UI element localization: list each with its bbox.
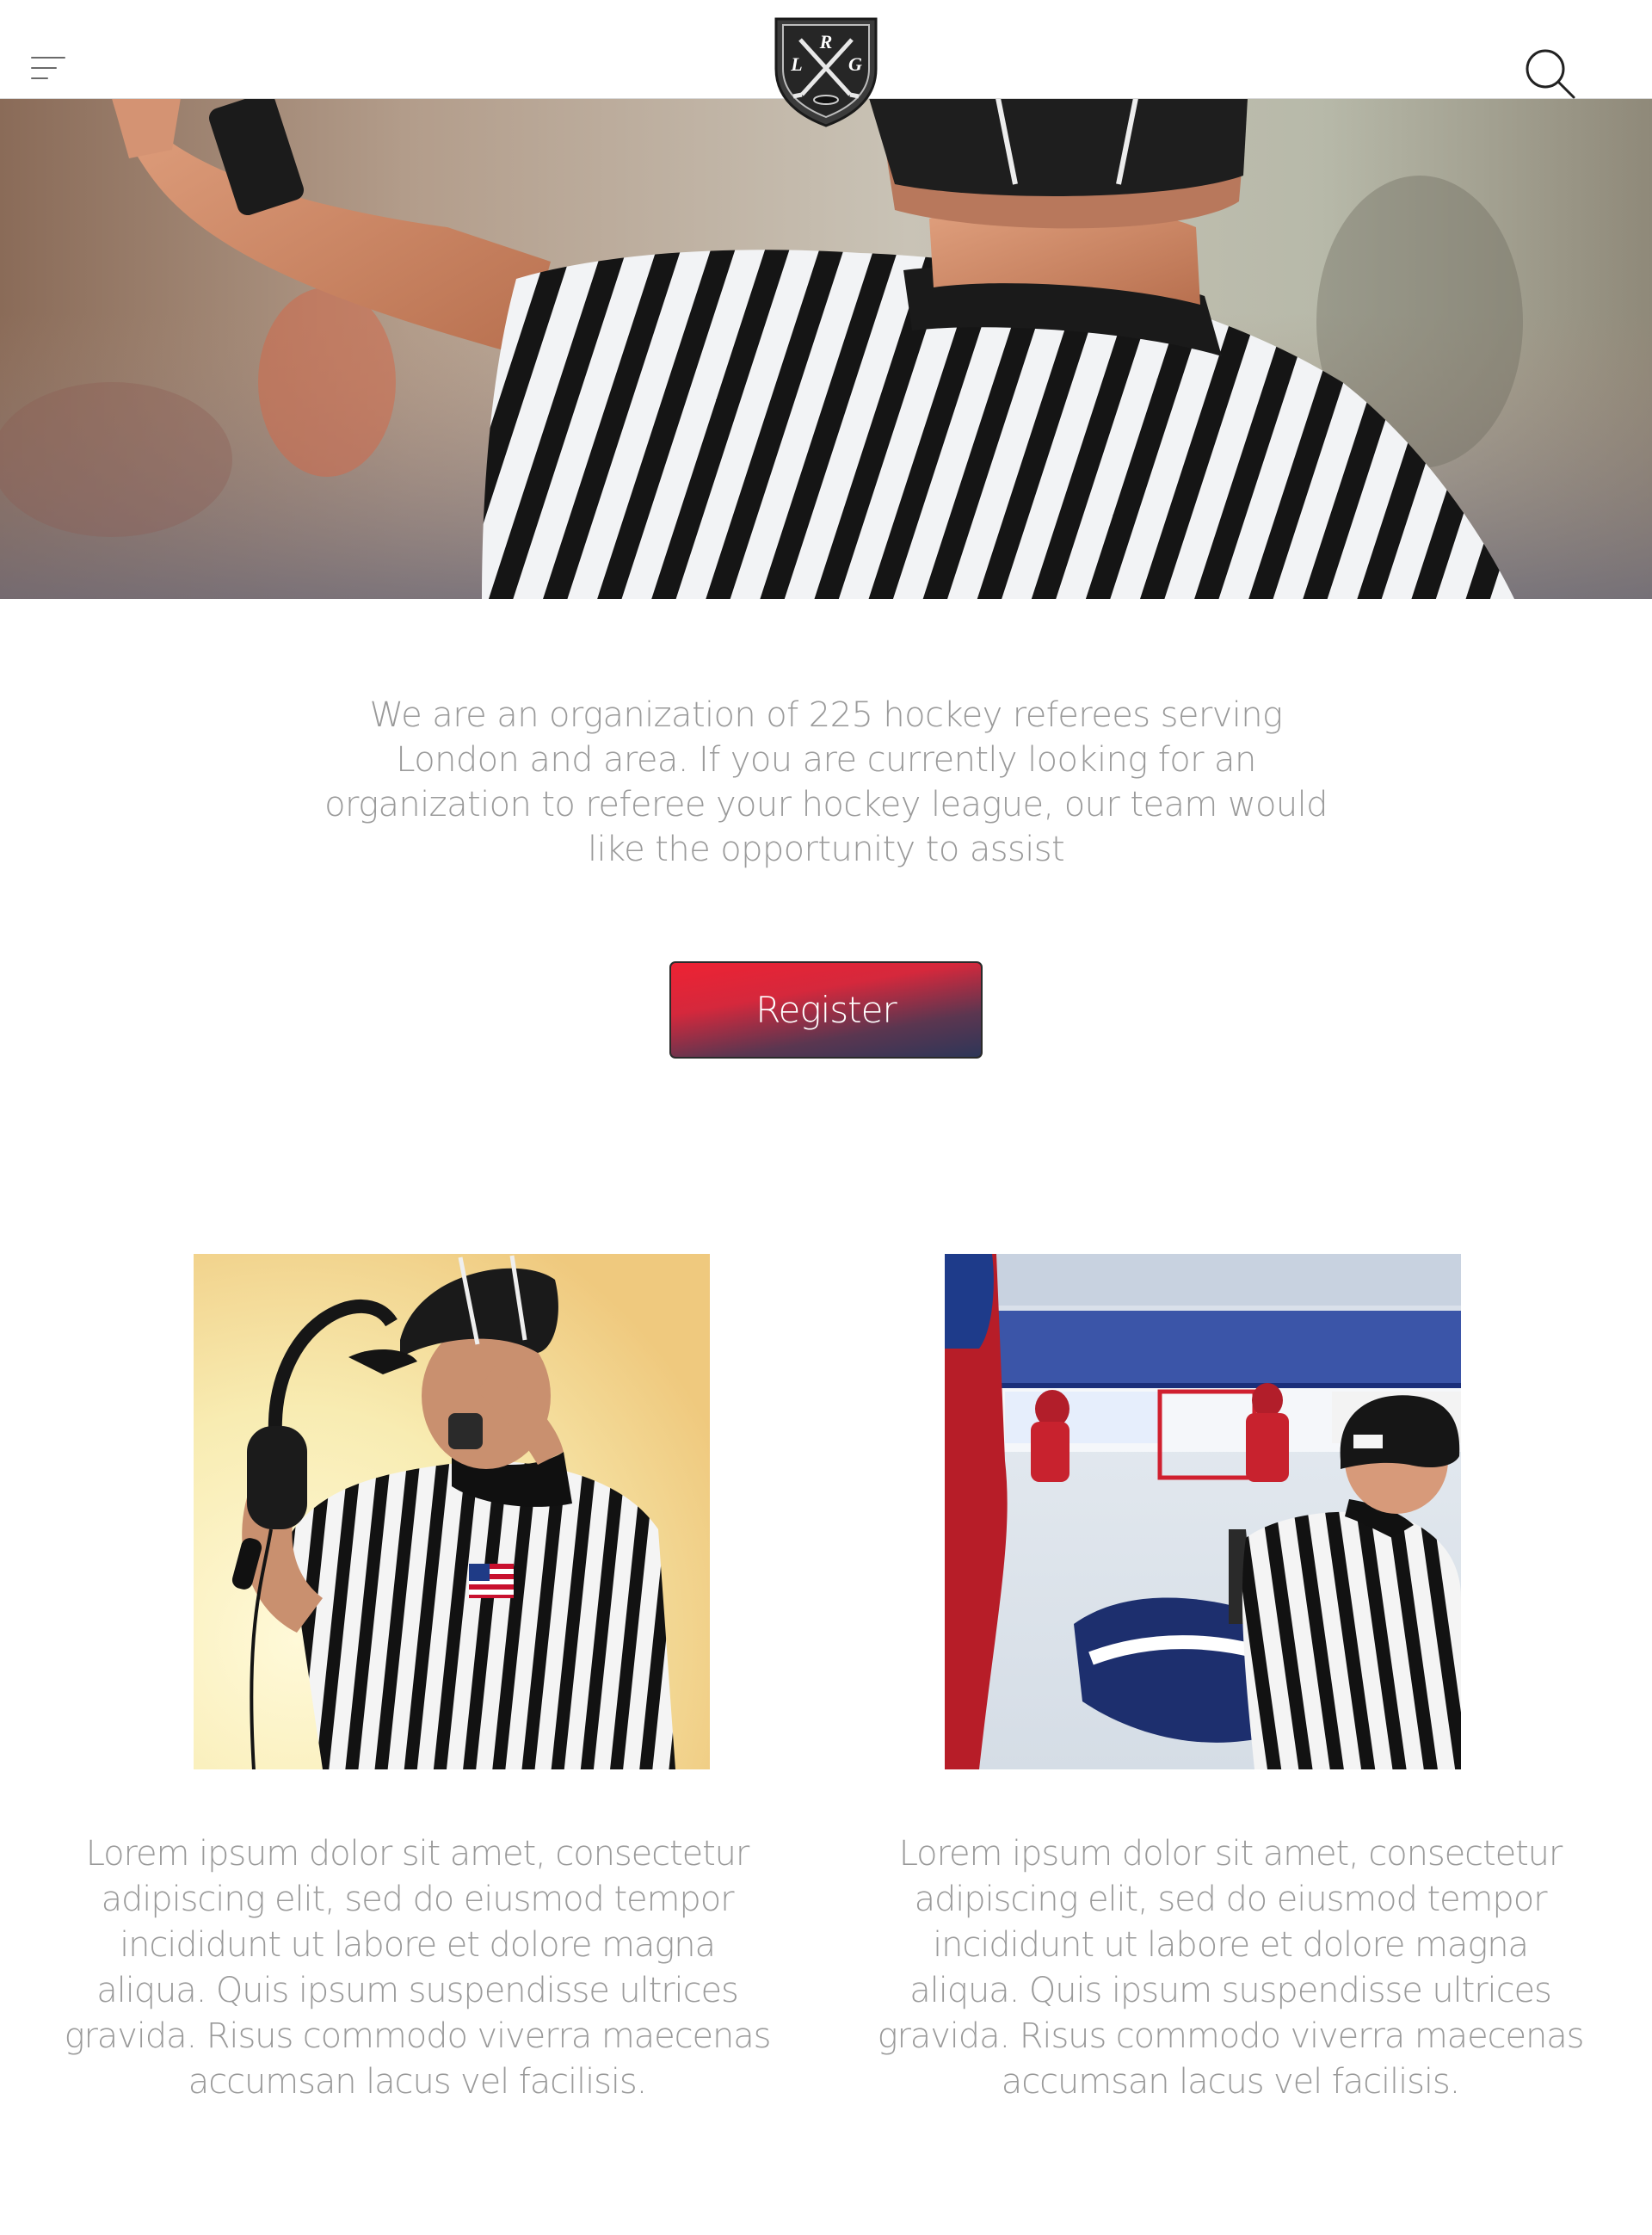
register-button[interactable]: Register xyxy=(669,961,983,1059)
hamburger-menu-icon[interactable] xyxy=(26,52,69,86)
intro-text: We are an organization of 225 hockey ref… xyxy=(324,695,1328,869)
feature-image-referee-headset xyxy=(194,1254,710,1769)
svg-text:G: G xyxy=(848,53,862,75)
search-icon[interactable] xyxy=(1523,46,1578,102)
feature-text-left: Lorem ipsum dolor sit amet, consectetur … xyxy=(64,1834,772,2102)
hero-image-referee xyxy=(0,98,1652,599)
feature-text-right: Lorem ipsum dolor sit amet, consectetur … xyxy=(877,1834,1585,2102)
svg-text:R: R xyxy=(819,31,833,52)
feature-image-referee-rink xyxy=(945,1254,1461,1769)
site-logo[interactable]: R L G xyxy=(771,15,881,127)
svg-text:L: L xyxy=(790,53,802,75)
